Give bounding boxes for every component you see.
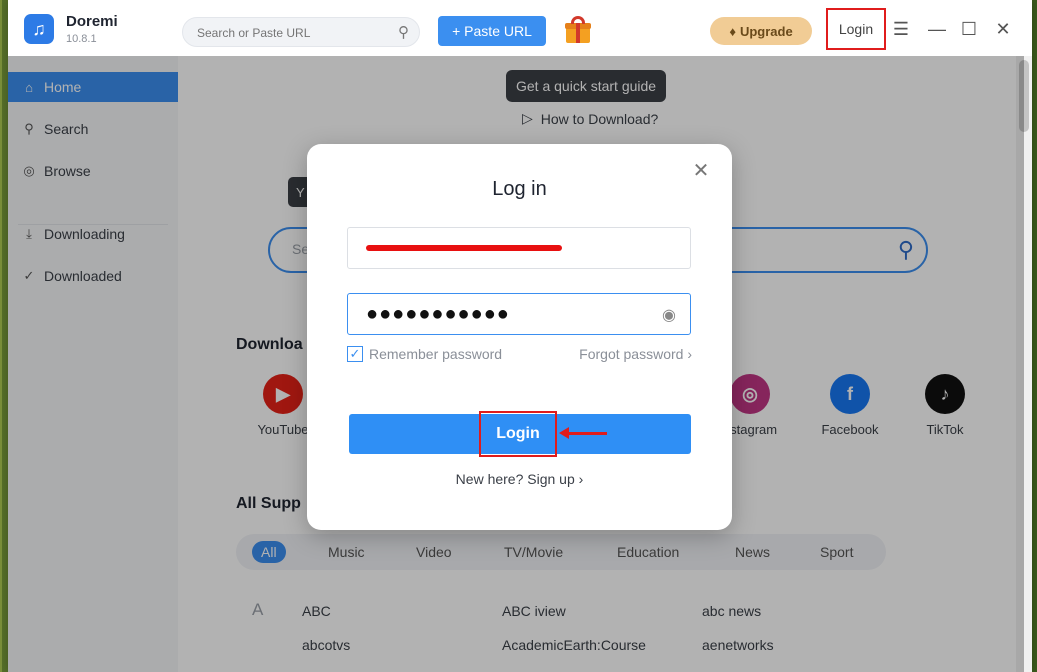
close-window-icon[interactable]: ✕ [992, 18, 1014, 40]
remember-checkbox[interactable]: ✓ [347, 346, 363, 362]
app-name: Doremi [66, 13, 118, 30]
red-arrow-annotation [559, 427, 607, 439]
upgrade-label: Upgrade [739, 23, 793, 39]
remember-password[interactable]: ✓ Remember password [347, 346, 502, 362]
menu-icon[interactable]: ☰ [890, 18, 912, 40]
search-icon[interactable]: ⚲ [398, 23, 409, 41]
maximize-icon[interactable]: ☐ [958, 18, 980, 40]
top-search[interactable]: ⚲ [182, 17, 420, 47]
login-dialog: Log in ✕ ●●●●●●●●●●● ◉ ✓ Remember passwo… [307, 144, 732, 530]
login-button-label: Login [479, 411, 557, 457]
email-field[interactable] [347, 227, 691, 269]
dialog-title: Log in [492, 178, 547, 200]
redaction-mark [366, 245, 562, 251]
login-button-top[interactable]: Login [826, 8, 886, 50]
app-logo-icon: ♫ [24, 14, 54, 44]
upgrade-button[interactable]: ♦ Upgrade [710, 17, 812, 45]
top-search-input[interactable] [195, 23, 389, 43]
app-version: 10.8.1 [66, 33, 97, 45]
sign-up-link[interactable]: New here? Sign up › [307, 471, 732, 487]
password-mask: ●●●●●●●●●●● [366, 303, 510, 325]
gift-icon[interactable] [565, 16, 591, 44]
close-icon[interactable]: ✕ [690, 160, 712, 182]
remember-label: Remember password [369, 346, 503, 362]
login-submit-button[interactable]: Login [349, 411, 691, 457]
forgot-password-link[interactable]: Forgot password › [579, 346, 692, 362]
password-field[interactable]: ●●●●●●●●●●● ◉ [347, 293, 691, 335]
minimize-icon[interactable]: — [926, 18, 948, 40]
eye-icon[interactable]: ◉ [662, 305, 676, 325]
title-bar: ♫ Doremi 10.8.1 ⚲ + Paste URL ♦ Upgrade … [8, 0, 1032, 57]
paste-url-button[interactable]: + Paste URL [438, 16, 546, 46]
diamond-icon: ♦ [729, 23, 736, 39]
